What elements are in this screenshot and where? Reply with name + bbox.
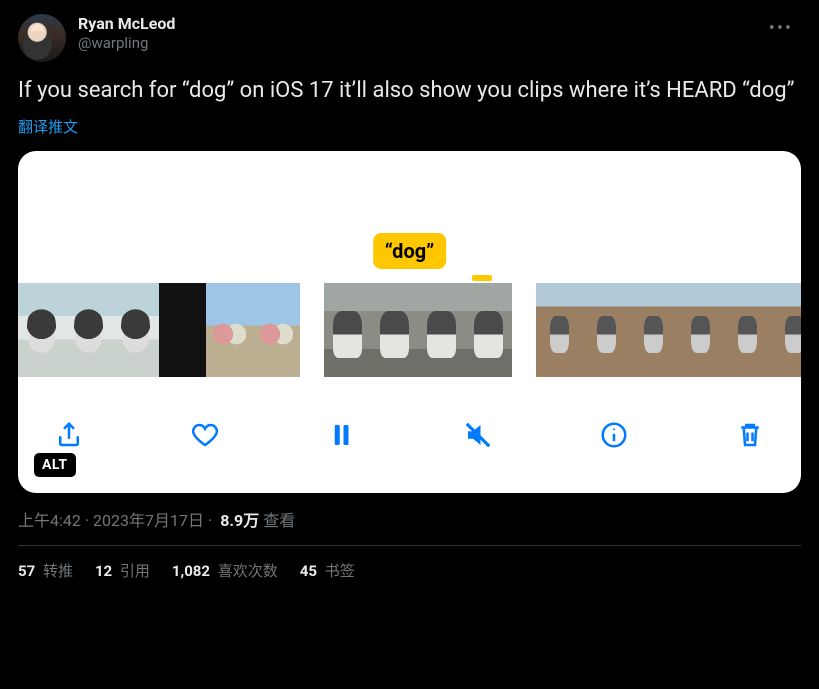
share-icon[interactable] xyxy=(52,418,86,452)
alt-badge[interactable]: ALT xyxy=(34,453,76,477)
thumbnail xyxy=(112,283,159,377)
bookmarks-stat[interactable]: 45 书签 xyxy=(300,560,355,581)
thumbnail xyxy=(253,283,300,377)
tweet-header: Ryan McLeod @warpling ••• xyxy=(18,14,801,62)
handle[interactable]: @warpling xyxy=(78,34,175,53)
quotes-label: 引用 xyxy=(116,562,150,580)
bookmarks-label: 书签 xyxy=(321,562,355,580)
likes-label: 喜欢次数 xyxy=(214,562,278,580)
views-label: 查看 xyxy=(263,507,295,531)
tweet-meta: 上午4:42 · 2023年7月17日 · 8.9万 查看 xyxy=(18,507,801,531)
tweet-date[interactable]: 2023年7月17日 xyxy=(93,507,204,531)
meta-sep: · xyxy=(208,511,212,530)
clip-group-1[interactable] xyxy=(18,283,300,377)
thumbnail xyxy=(324,283,371,377)
thumbnail xyxy=(465,283,512,377)
search-term-badge: “dog” xyxy=(373,233,447,269)
trash-icon[interactable] xyxy=(733,418,767,452)
tweet-text: If you search for “dog” on iOS 17 it’ll … xyxy=(18,76,801,106)
retweets-label: 转推 xyxy=(39,562,73,580)
clip-group-2[interactable] xyxy=(324,283,512,377)
thumbnail xyxy=(724,283,771,377)
likes-count: 1,082 xyxy=(172,562,210,580)
tweet-stats: 57 转推 12 引用 1,082 喜欢次数 45 书签 xyxy=(18,560,801,581)
media-toolbar xyxy=(18,377,801,493)
thumbnail xyxy=(583,283,630,377)
media-top-area: “dog” xyxy=(18,151,801,283)
timeline-marker xyxy=(472,275,492,281)
thumbnail xyxy=(159,283,206,377)
views-count[interactable]: 8.9万 xyxy=(220,507,259,531)
video-timeline[interactable] xyxy=(18,283,801,377)
retweets-count: 57 xyxy=(18,562,35,580)
thumbnail xyxy=(536,283,583,377)
author-names: Ryan McLeod @warpling xyxy=(78,14,175,53)
heart-icon[interactable] xyxy=(188,418,222,452)
quotes-count: 12 xyxy=(95,562,112,580)
pause-icon[interactable] xyxy=(324,418,358,452)
clip-group-3[interactable] xyxy=(536,283,801,377)
thumbnail xyxy=(418,283,465,377)
thumbnail xyxy=(18,283,65,377)
tweet-time[interactable]: 上午4:42 xyxy=(18,507,81,531)
thumbnail xyxy=(371,283,418,377)
info-icon[interactable] xyxy=(597,418,631,452)
quotes-stat[interactable]: 12 引用 xyxy=(95,560,150,581)
likes-stat[interactable]: 1,082 喜欢次数 xyxy=(172,560,278,581)
thumbnail xyxy=(677,283,724,377)
avatar[interactable] xyxy=(18,14,66,62)
meta-sep: · xyxy=(85,511,89,530)
thumbnail xyxy=(65,283,112,377)
more-icon[interactable]: ••• xyxy=(761,14,801,43)
mute-icon[interactable] xyxy=(461,418,495,452)
thumbnail xyxy=(630,283,677,377)
thumbnail xyxy=(771,283,801,377)
translate-link[interactable]: 翻译推文 xyxy=(18,116,801,137)
bookmarks-count: 45 xyxy=(300,562,317,580)
retweets-stat[interactable]: 57 转推 xyxy=(18,560,73,581)
thumbnail xyxy=(206,283,253,377)
divider xyxy=(18,545,801,546)
display-name[interactable]: Ryan McLeod xyxy=(78,14,175,34)
media-card[interactable]: “dog” xyxy=(18,151,801,493)
